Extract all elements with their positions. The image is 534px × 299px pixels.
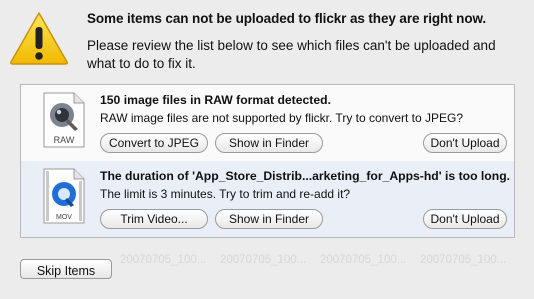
show-in-finder-button[interactable]: Show in Finder: [215, 133, 323, 153]
dont-upload-button[interactable]: Don't Upload: [423, 209, 507, 229]
problem-items-list: RAW 150 image files in RAW format detect…: [20, 84, 515, 238]
warning-icon: [10, 12, 68, 65]
item-description: The limit is 3 minutes. Try to trim and …: [100, 187, 351, 201]
dont-upload-button[interactable]: Don't Upload: [423, 133, 507, 153]
thumbnail-label: 20070705_100...: [320, 254, 407, 266]
item-description: RAW image files are not supported by fli…: [100, 111, 464, 125]
raw-file-icon: RAW: [43, 92, 85, 148]
list-item-video: MOV The duration of 'App_Store_Distrib..…: [21, 161, 514, 237]
thumbnail-label: 20070705_100...: [220, 254, 307, 266]
raw-icon-label: RAW: [54, 135, 75, 145]
skip-items-button[interactable]: Skip Items: [20, 259, 112, 279]
convert-to-jpeg-button[interactable]: Convert to JPEG: [100, 133, 208, 153]
item-title: The duration of 'App_Store_Distrib...ark…: [100, 169, 511, 183]
quicktime-movie-icon: MOV: [43, 168, 85, 224]
thumbnail-label: 20070705_100...: [420, 254, 507, 266]
dialog-title: Some items can not be uploaded to flickr…: [87, 11, 487, 26]
mov-icon-label: MOV: [56, 214, 72, 221]
thumbnail-label: 20070705_100...: [120, 254, 207, 266]
show-in-finder-button[interactable]: Show in Finder: [215, 209, 323, 229]
dialog-subtitle: Please review the list below to see whic…: [87, 38, 496, 71]
item-title: 150 image files in RAW format detected.: [100, 93, 331, 107]
trim-video-button[interactable]: Trim Video...: [100, 209, 208, 229]
list-item-raw: RAW 150 image files in RAW format detect…: [21, 85, 514, 161]
